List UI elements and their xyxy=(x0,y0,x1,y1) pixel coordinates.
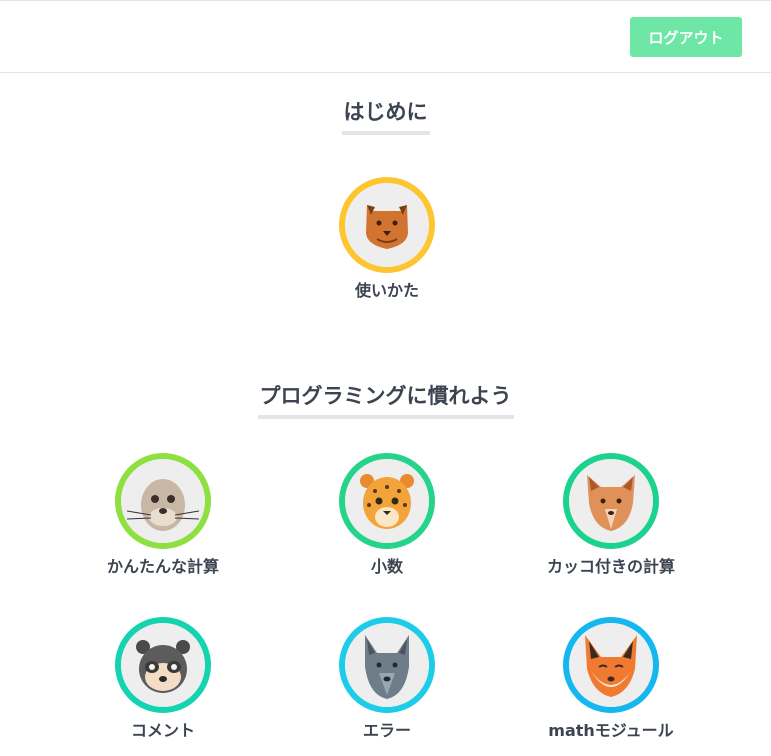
lesson-item-math-module[interactable]: mathモジュール xyxy=(511,617,711,741)
lesson-item-parentheses-calc[interactable]: カッコ付きの計算 xyxy=(511,453,711,577)
fox-icon xyxy=(569,623,653,707)
lesson-ring xyxy=(563,617,659,713)
leopard-icon xyxy=(345,459,429,543)
lesson-label: コメント xyxy=(130,721,195,740)
dog-icon xyxy=(569,459,653,543)
lesson-label: カッコ付きの計算 xyxy=(546,557,675,576)
wolf-icon xyxy=(345,623,429,707)
lesson-item-comment[interactable]: コメント xyxy=(63,617,263,741)
section-title-programming: プログラミングに慣れよう xyxy=(0,380,771,419)
lesson-item-decimal[interactable]: 小数 xyxy=(287,453,487,577)
lesson-item-error[interactable]: エラー xyxy=(287,617,487,741)
page: ログアウト はじめに 使いかた プログラミングに慣れよう かんたんな計算 小数 … xyxy=(0,0,771,756)
lesson-label: エラー xyxy=(362,721,411,740)
section-title-text: はじめに xyxy=(341,96,430,135)
lesson-label: かんたんな計算 xyxy=(106,557,219,576)
seal-icon xyxy=(121,459,205,543)
lesson-item-usage[interactable]: 使いかた xyxy=(287,177,487,301)
lesson-ring xyxy=(115,617,211,713)
lesson-label: 小数 xyxy=(370,557,403,576)
bear-icon xyxy=(345,183,429,267)
section-title-intro: はじめに xyxy=(0,96,771,135)
section-title-text: プログラミングに慣れよう xyxy=(257,380,514,419)
lesson-ring xyxy=(339,453,435,549)
logout-button[interactable]: ログアウト xyxy=(630,17,742,57)
lesson-item-simple-calc[interactable]: かんたんな計算 xyxy=(63,453,263,577)
lesson-ring xyxy=(339,177,435,273)
raccoon-icon xyxy=(121,623,205,707)
lesson-ring xyxy=(563,453,659,549)
lesson-label: 使いかた xyxy=(354,281,419,300)
lesson-label: mathモジュール xyxy=(548,721,674,740)
top-bar: ログアウト xyxy=(0,0,771,73)
lesson-ring xyxy=(115,453,211,549)
lesson-ring xyxy=(339,617,435,713)
